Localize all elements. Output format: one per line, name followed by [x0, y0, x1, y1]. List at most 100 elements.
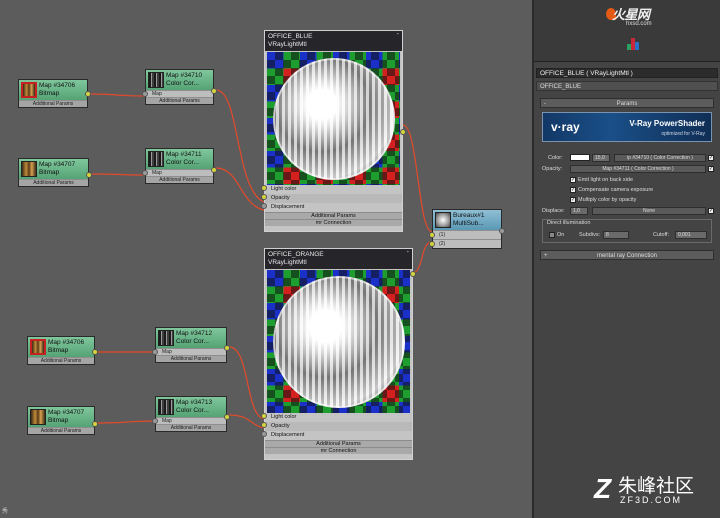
displace-map-button[interactable]: None: [592, 207, 706, 215]
collapse-icon[interactable]: -: [407, 249, 409, 257]
input-socket-icon[interactable]: [261, 431, 267, 437]
vray-banner: v·ray V-Ray PowerShader optimized for V-…: [542, 112, 712, 142]
bitmap-node-34707[interactable]: Map #34707 Bitmap Additional Params: [18, 158, 92, 187]
input-socket-icon[interactable]: [261, 185, 267, 191]
additional-params-bar[interactable]: Additional Params: [146, 176, 213, 183]
node-editor-canvas[interactable]: Map #34706 Bitmap Additional Params Map …: [0, 0, 532, 518]
watermark-url: hxsd.com: [626, 21, 652, 27]
additional-params-bar[interactable]: Additional Params: [156, 424, 226, 431]
additional-params-bar[interactable]: Additional Params: [28, 427, 94, 434]
output-socket-icon[interactable]: [211, 88, 217, 94]
node-title: Map #34707: [39, 161, 76, 168]
color-correction-node-34713[interactable]: Map #34713 Color Cor... Map Additional P…: [152, 396, 230, 432]
compensate-exposure-label: Compensate camera exposure: [578, 187, 654, 193]
output-socket-icon[interactable]: [92, 421, 98, 427]
output-socket-icon[interactable]: [499, 228, 505, 234]
output-socket-icon[interactable]: [86, 172, 92, 178]
opacity-slot[interactable]: Opacity: [261, 194, 402, 203]
input-socket-icon[interactable]: [261, 203, 267, 209]
color-label: Color:: [548, 155, 563, 161]
color-correction-node-34712[interactable]: Map #34712 Color Cor... Map Additional P…: [152, 327, 230, 363]
additional-params-bar[interactable]: Additional Params: [19, 179, 88, 186]
wire-cc1-blue: [215, 89, 265, 203]
node-title: Map #34706: [39, 82, 76, 89]
material-node-office-orange[interactable]: OFFICE_ORANGE VRayLightMtl - Light color…: [261, 248, 416, 460]
additional-params-bar[interactable]: Additional Params: [156, 355, 226, 362]
collapse-icon[interactable]: -: [397, 31, 399, 39]
sub-material-slot-1[interactable]: (1): [429, 230, 501, 239]
color-multiplier-spinner[interactable]: 15,0: [592, 154, 610, 162]
light-color-slot[interactable]: Light color: [261, 185, 402, 194]
color-correction-node-34711[interactable]: Map #34711 Color Cor... Map Additional P…: [142, 148, 217, 184]
input-socket-icon[interactable]: [261, 194, 267, 200]
additional-params-bar[interactable]: Additional Params: [146, 97, 213, 104]
output-socket-icon[interactable]: [224, 414, 230, 420]
displace-spinner[interactable]: 1,0: [570, 207, 588, 215]
material-parameter-panel: 火星网 hxsd.com OFFICE_BLUE ( VRayLightMtl …: [532, 0, 720, 518]
color-map-checkbox[interactable]: ✓: [708, 155, 714, 161]
displacement-slot[interactable]: Displacement: [261, 431, 412, 440]
output-socket-icon[interactable]: [211, 167, 217, 173]
multiply-opacity-checkbox[interactable]: ✓: [570, 197, 576, 203]
additional-params-bar[interactable]: Additional Params: [265, 212, 402, 219]
bitmap-thumbnail-icon: [30, 409, 46, 425]
additional-params-bar[interactable]: Additional Params: [265, 440, 412, 447]
node-type: Bitmap: [39, 169, 60, 176]
color-correction-thumbnail-icon: [158, 330, 174, 346]
color-swatch[interactable]: [570, 154, 590, 161]
opacity-map-button[interactable]: Map #34711 ( Color Correction ): [570, 165, 706, 173]
subdivs-spinner[interactable]: 8: [603, 231, 629, 239]
mr-connection-bar[interactable]: mr Connection: [265, 219, 402, 226]
light-color-slot[interactable]: Light color: [261, 413, 412, 422]
output-socket-icon[interactable]: [410, 271, 416, 277]
mental-ray-connection-rollout[interactable]: + mental ray Connection: [540, 250, 714, 260]
input-socket-icon[interactable]: [429, 232, 435, 238]
bitmap-thumbnail-icon: [30, 339, 46, 355]
displace-map-checkbox[interactable]: ✓: [708, 208, 714, 214]
cutoff-spinner[interactable]: 0,001: [675, 231, 707, 239]
additional-params-bar[interactable]: Additional Params: [28, 357, 94, 364]
map-input-slot[interactable]: Map: [142, 90, 213, 97]
map-input-slot[interactable]: Map: [152, 348, 226, 355]
bitmap-node-34706[interactable]: Map #34706 Bitmap Additional Params: [18, 79, 91, 108]
direct-on-checkbox[interactable]: [549, 232, 555, 238]
bitmap-node-34706-b[interactable]: Map #34706 Bitmap Additional Params: [27, 336, 98, 365]
opacity-slot[interactable]: Opacity: [261, 422, 412, 431]
displace-label: Displace:: [542, 208, 565, 214]
output-socket-icon[interactable]: [224, 345, 230, 351]
output-socket-icon[interactable]: [85, 91, 91, 97]
color-map-button[interactable]: ip #34710 ( Color Correction ): [614, 154, 706, 162]
sub-material-slot-2[interactable]: (2): [429, 239, 501, 248]
panel-header-area: 火星网 hxsd.com: [534, 0, 720, 62]
emit-back-label: Emit light on back side: [578, 177, 634, 183]
opacity-label: Opacity:: [542, 166, 563, 172]
wire-orange-multi: [411, 241, 433, 274]
color-correction-node-34710[interactable]: Map #34710 Color Cor... Map Additional P…: [142, 69, 217, 105]
map-input-slot[interactable]: Map: [152, 417, 226, 424]
color-correction-thumbnail-icon: [158, 399, 174, 415]
emit-back-checkbox[interactable]: ✓: [570, 177, 576, 183]
output-socket-icon[interactable]: [92, 349, 98, 355]
displacement-slot[interactable]: Displacement: [261, 203, 402, 212]
compensate-exposure-checkbox[interactable]: ✓: [570, 187, 576, 193]
mr-connection-bar[interactable]: mr Connection: [265, 447, 412, 454]
input-socket-icon[interactable]: [429, 241, 435, 247]
material-name-field[interactable]: OFFICE_BLUE: [536, 81, 718, 91]
node-title: Bureaux#1: [453, 212, 485, 219]
input-socket-icon[interactable]: [261, 413, 267, 419]
bitmap-node-34707-b[interactable]: Map #34707 Bitmap Additional Params: [27, 406, 98, 435]
additional-params-bar[interactable]: Additional Params: [19, 100, 87, 107]
material-node-office-blue[interactable]: OFFICE_BLUE VRayLightMtl - Light color O…: [261, 30, 406, 232]
wire-bm2-cc2: [91, 173, 146, 176]
wire-cc2-blue: [215, 167, 265, 211]
material-title: OFFICE_BLUE: [268, 33, 313, 40]
output-socket-icon[interactable]: [400, 129, 406, 135]
wire-bm4-cc4: [95, 420, 156, 424]
multisub-node-bureaux[interactable]: Bureaux#1 MultiSub... (1) (2): [429, 209, 505, 249]
expand-icon: +: [544, 253, 548, 259]
map-input-slot[interactable]: Map: [142, 169, 213, 176]
collapse-icon: -: [544, 101, 546, 107]
opacity-map-checkbox[interactable]: ✓: [708, 166, 714, 172]
params-rollout[interactable]: - Params: [540, 98, 714, 108]
input-socket-icon[interactable]: [261, 422, 267, 428]
